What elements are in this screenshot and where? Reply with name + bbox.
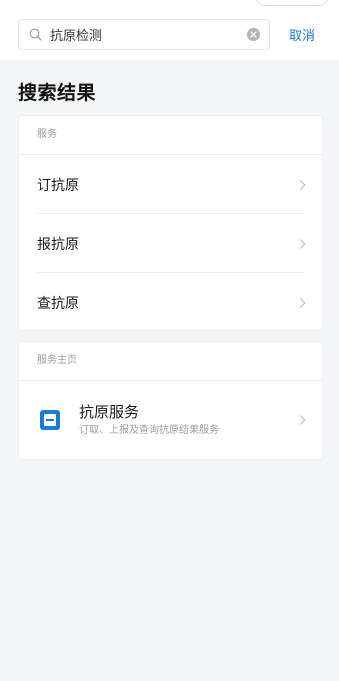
chevron-right-icon <box>295 238 306 249</box>
service-item-check-antigen[interactable]: 查抗原 <box>19 273 322 332</box>
search-icon <box>28 28 42 42</box>
search-bar[interactable] <box>18 19 270 50</box>
service-item-label: 报抗原 <box>37 236 79 253</box>
service-item-label: 订抗原 <box>37 177 79 194</box>
service-item-label: 查抗原 <box>37 295 79 312</box>
service-homepage-card: 服务主页 抗原服务 订取、上报及查询抗原结果服务 <box>18 341 323 460</box>
services-card: 服务 订抗原 报抗原 查抗原 <box>18 115 323 331</box>
antigen-service-item[interactable]: 抗原服务 订取、上报及查询抗原结果服务 <box>19 381 322 459</box>
antigen-service-icon <box>40 410 60 430</box>
cancel-button[interactable]: 取消 <box>289 25 315 44</box>
section-header-service-homepage: 服务主页 <box>19 342 322 381</box>
service-subtitle: 订取、上报及查询抗原结果服务 <box>79 425 219 436</box>
chevron-right-icon <box>295 415 306 425</box>
service-item-report-antigen[interactable]: 报抗原 <box>19 214 322 273</box>
service-item-order-antigen[interactable]: 订抗原 <box>19 155 322 214</box>
section-header-services: 服务 <box>19 116 322 155</box>
clear-icon[interactable] <box>247 28 260 41</box>
search-input[interactable] <box>50 24 230 45</box>
capsule-button[interactable] <box>255 0 329 6</box>
chevron-right-icon <box>295 297 306 308</box>
service-title: 抗原服务 <box>79 403 140 421</box>
page-title: 搜索结果 <box>18 82 97 104</box>
search-header: 取消 <box>0 0 339 60</box>
chevron-right-icon <box>295 179 306 190</box>
